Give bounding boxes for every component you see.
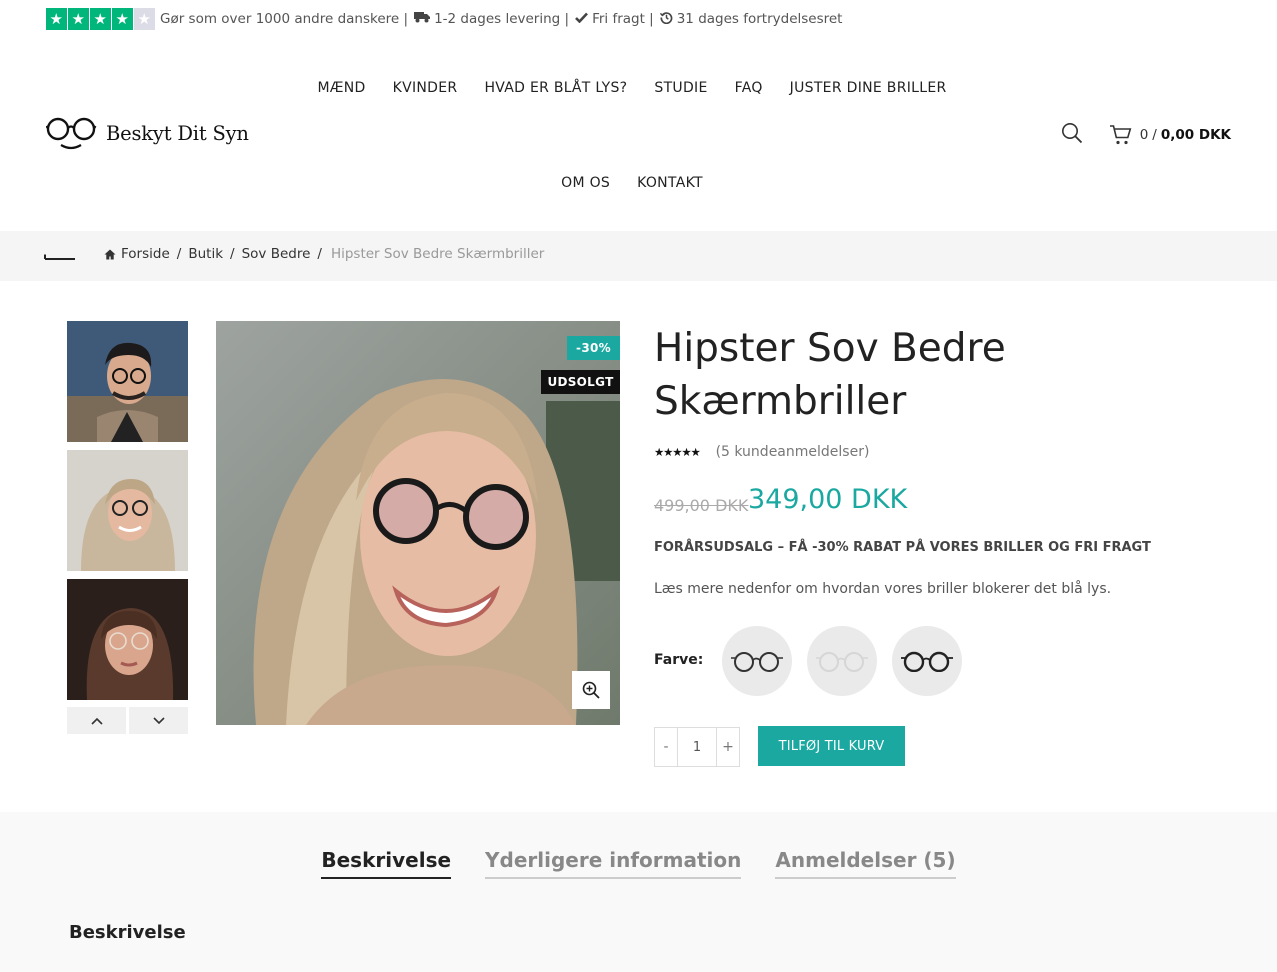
- cart-button[interactable]: 0 / 0,00 DKK: [1109, 124, 1231, 146]
- breadcrumb-bar: Forside / Butik / Sov Bedre / Hipster So…: [0, 231, 1277, 281]
- reviews-link[interactable]: (5 kundeanmeldelser): [716, 444, 870, 460]
- star-icon: ★: [68, 8, 89, 30]
- logo-text: Beskyt Dit Syn: [106, 121, 249, 145]
- cart-icon: [1109, 125, 1132, 145]
- cart-separator: /: [1152, 127, 1157, 143]
- history-icon: [659, 11, 673, 28]
- rating-stars: ★★★★★: [654, 445, 701, 459]
- glasses-icon: [731, 652, 783, 672]
- chevron-up-icon: [90, 717, 103, 725]
- breadcrumb-separator: /: [176, 246, 182, 262]
- thumbnail-man-with-glasses[interactable]: [67, 321, 188, 442]
- star-icon: ★: [90, 8, 111, 30]
- thumbnail-woman-blonde-glasses[interactable]: [67, 450, 188, 571]
- returns-text: 31 dages fortrydelsesret: [676, 11, 843, 27]
- breadcrumb-butik[interactable]: Butik: [188, 246, 223, 262]
- price-old: 499,00 DKK: [654, 496, 749, 515]
- qty-minus-button[interactable]: -: [655, 728, 677, 766]
- nav-item-studie[interactable]: STUDIE: [641, 78, 721, 99]
- zoom-icon: [582, 681, 600, 699]
- thumbnail-woman-clear-glasses[interactable]: [67, 579, 188, 700]
- zoom-button[interactable]: [572, 671, 610, 709]
- nav-item-juster-briller[interactable]: JUSTER DINE BRILLER: [776, 78, 960, 99]
- breadcrumb-separator: /: [230, 246, 235, 262]
- home-icon: [104, 249, 116, 260]
- trust-text: Gør som over 1000 andre danskere |: [160, 11, 409, 27]
- glasses-icon: [46, 117, 97, 150]
- short-description: Læs mere nedenfor om hvordan vores brill…: [654, 581, 1112, 597]
- top-bar: ★ ★ ★ ★ ★ Gør som over 1000 andre danske…: [46, 8, 842, 30]
- breadcrumb-separator: /: [317, 246, 322, 262]
- breadcrumb-current: Hipster Sov Bedre Skærmbriller: [330, 246, 545, 262]
- sale-badge: -30%: [567, 336, 620, 360]
- product-rating: ★★★★★ (5 kundeanmeldelser): [654, 444, 869, 460]
- thumbnail-prev-button[interactable]: [67, 707, 126, 734]
- check-icon: [575, 12, 589, 27]
- glasses-icon: [816, 652, 868, 672]
- swatch-dark-frame[interactable]: [892, 626, 962, 696]
- product-title: Hipster Sov Bedre Skærmbriller: [654, 326, 1006, 424]
- search-icon[interactable]: [1061, 122, 1083, 148]
- delivery-text: 1-2 dages levering |: [434, 11, 570, 27]
- star-icon: ★: [112, 8, 133, 30]
- price-new: 349,00 DKK: [748, 484, 908, 515]
- tab-anmeldelser[interactable]: Anmeldelser (5): [775, 848, 956, 879]
- cart-total: 0,00 DKK: [1160, 127, 1231, 143]
- swatch-label: Farve:: [654, 652, 704, 668]
- glasses-icon: [901, 651, 953, 672]
- nav-item-maend[interactable]: MÆND: [304, 78, 379, 99]
- product-tabs: Beskrivelse Yderligere information Anmel…: [0, 812, 1277, 972]
- add-to-cart-button[interactable]: TILFØJ TIL KURV: [758, 726, 905, 766]
- nav-item-kontakt[interactable]: KONTAKT: [624, 173, 717, 194]
- main-nav: MÆND KVINDER HVAD ER BLÅT LYS? STUDIE FA…: [284, 78, 980, 194]
- cart-count: 0: [1139, 127, 1149, 143]
- swatch-black-frame[interactable]: [722, 626, 792, 696]
- tab-beskrivelse[interactable]: Beskrivelse: [321, 848, 452, 879]
- qty-input[interactable]: [677, 728, 717, 766]
- nav-item-blaat-lys[interactable]: HVAD ER BLÅT LYS?: [471, 78, 641, 99]
- header-actions: 0 / 0,00 DKK: [1061, 122, 1231, 148]
- back-arrow-icon[interactable]: [44, 247, 76, 271]
- star-icon: ★: [46, 8, 67, 30]
- shipping-text: Fri fragt |: [592, 11, 654, 27]
- chevron-down-icon: [152, 716, 165, 724]
- swatch-clear-frame[interactable]: [807, 626, 877, 696]
- logo[interactable]: Beskyt Dit Syn: [46, 115, 249, 151]
- section-heading: Beskrivelse: [69, 922, 186, 943]
- qty-plus-button[interactable]: +: [717, 728, 739, 766]
- breadcrumb: Forside / Butik / Sov Bedre / Hipster So…: [104, 246, 544, 262]
- thumbnail-next-button[interactable]: [129, 707, 188, 734]
- breadcrumb-home[interactable]: Forside: [121, 246, 170, 262]
- tab-list: Beskrivelse Yderligere information Anmel…: [0, 848, 1277, 879]
- nav-item-kvinder[interactable]: KVINDER: [379, 78, 471, 99]
- tab-yderligere-information[interactable]: Yderligere information: [485, 848, 742, 879]
- product-main-image[interactable]: -30% UDSOLGT: [216, 321, 620, 725]
- sold-out-badge: UDSOLGT: [541, 370, 620, 394]
- promo-text: FORÅRSUDSALG – FÅ -30% RABAT PÅ VORES BR…: [654, 540, 1151, 555]
- trustpilot-rating[interactable]: ★ ★ ★ ★ ★: [46, 8, 156, 30]
- nav-item-om-os[interactable]: OM OS: [548, 173, 624, 194]
- truck-icon: [414, 11, 431, 27]
- quantity-stepper: - +: [654, 727, 740, 767]
- breadcrumb-sov-bedre[interactable]: Sov Bedre: [242, 246, 311, 262]
- star-icon: ★: [134, 8, 155, 30]
- nav-item-faq[interactable]: FAQ: [721, 78, 776, 99]
